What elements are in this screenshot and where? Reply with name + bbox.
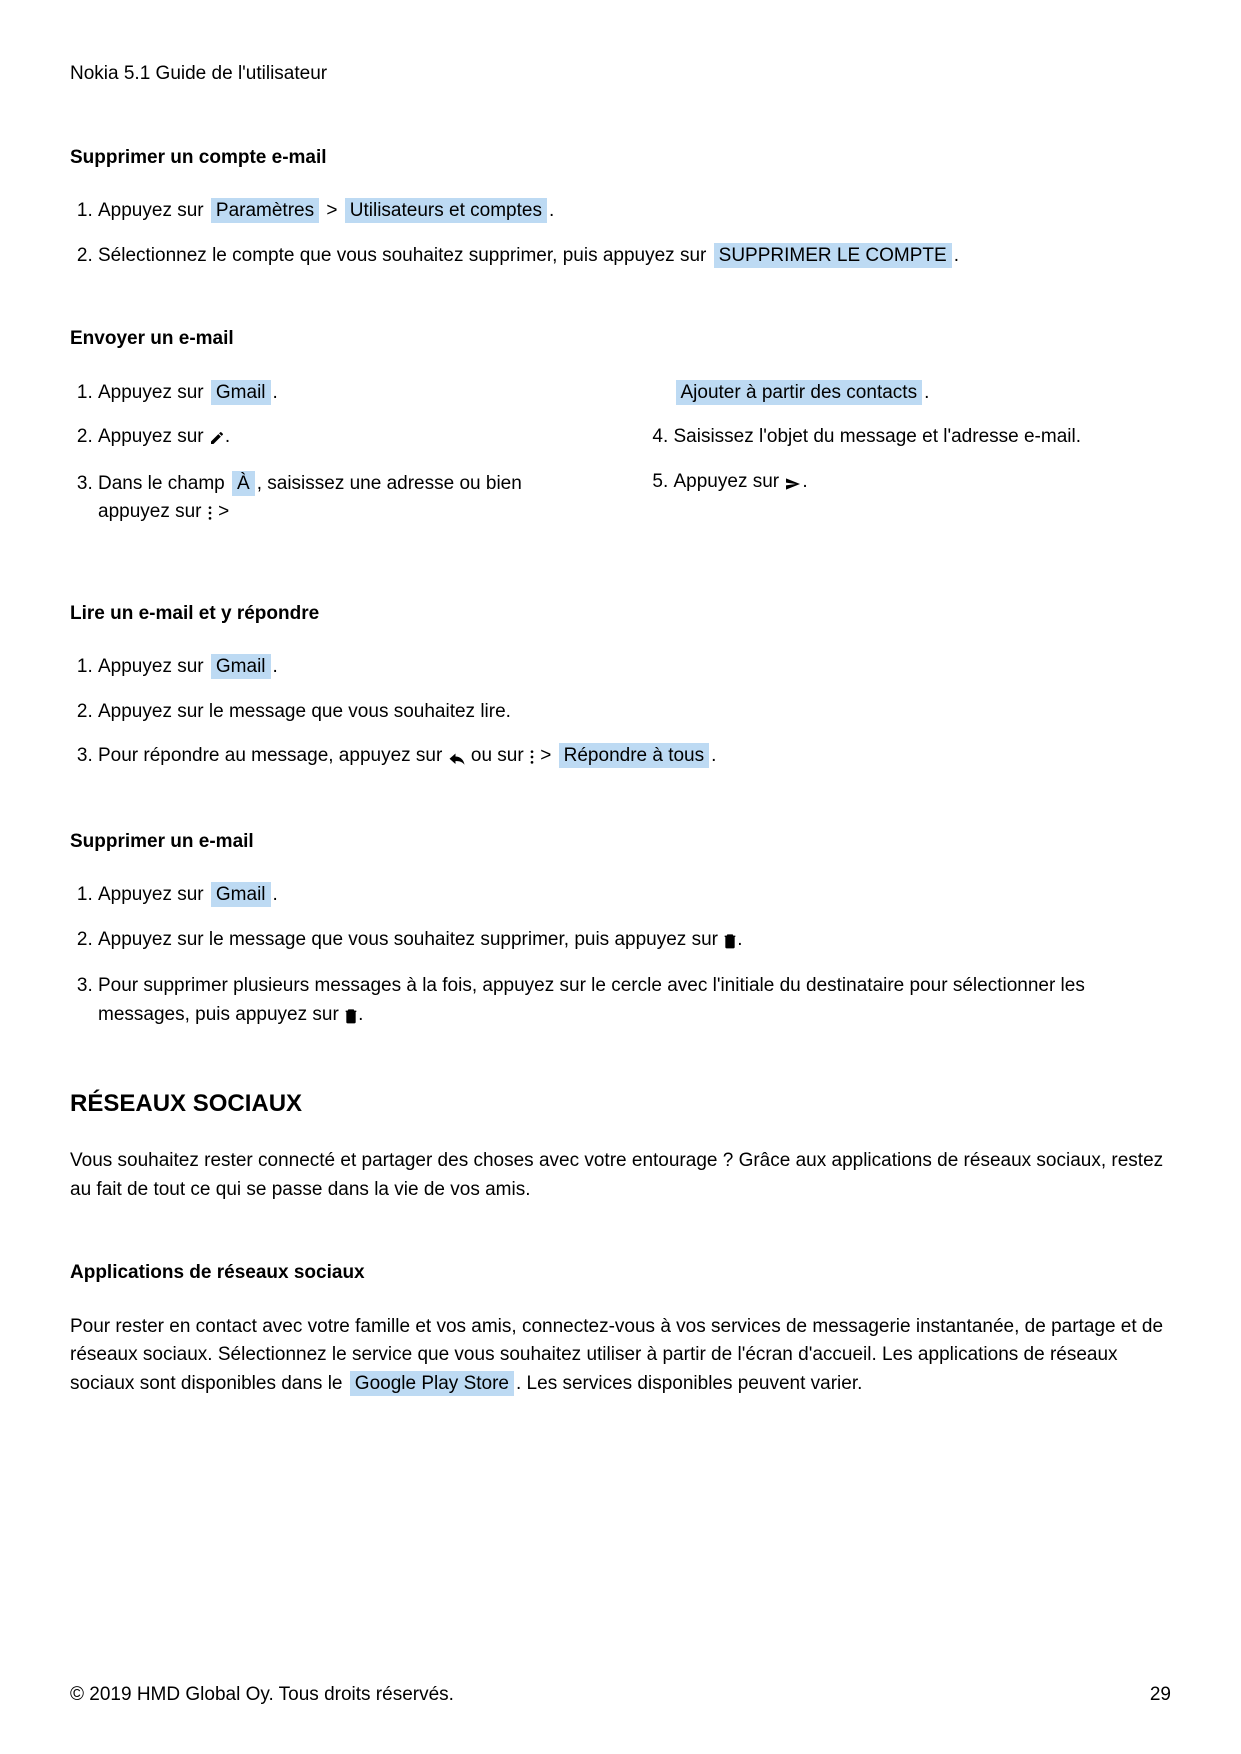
steps-send-email-right: Saisissez l'objet du message et l'adress… bbox=[646, 423, 1172, 498]
ui-label-play-store: Google Play Store bbox=[350, 1371, 514, 1396]
text: . bbox=[924, 382, 929, 403]
text: > bbox=[321, 200, 343, 221]
text: Appuyez sur bbox=[98, 382, 209, 403]
social-intro: Vous souhaitez rester connecté et partag… bbox=[70, 1147, 1171, 1204]
section-heading-social: RÉSEAUX SOCIAUX bbox=[70, 1086, 1171, 1122]
ui-label-reply-all: Répondre à tous bbox=[559, 743, 710, 768]
list-item: Appuyez sur Gmail. bbox=[98, 881, 1171, 910]
text: Appuyez sur bbox=[98, 884, 209, 905]
text: > bbox=[213, 501, 229, 522]
list-item: Appuyez sur Gmail. bbox=[98, 653, 1171, 682]
text: . bbox=[273, 656, 278, 677]
ui-label-users-accounts: Utilisateurs et comptes bbox=[345, 198, 547, 223]
ui-label-to-field: À bbox=[232, 471, 255, 496]
social-body: Pour rester en contact avec votre famill… bbox=[70, 1313, 1171, 1399]
text: . bbox=[273, 382, 278, 403]
steps-read-reply: Appuyez sur Gmail. Appuyez sur le messag… bbox=[70, 653, 1171, 773]
text: . bbox=[358, 1004, 363, 1025]
section-heading-delete-email: Supprimer un e-mail bbox=[70, 828, 1171, 857]
steps-delete-account: Appuyez sur Paramètres > Utilisateurs et… bbox=[70, 197, 1171, 270]
page-header: Nokia 5.1 Guide de l'utilisateur bbox=[70, 60, 1171, 89]
text: Appuyez sur le message que vous souhaite… bbox=[98, 929, 723, 950]
copyright: © 2019 HMD Global Oy. Tous droits réserv… bbox=[70, 1681, 454, 1710]
text: Sélectionnez le compte que vous souhaite… bbox=[98, 245, 712, 266]
text: Dans le champ bbox=[98, 473, 230, 494]
send-icon bbox=[784, 470, 802, 499]
text: . bbox=[225, 426, 230, 447]
steps-delete-email: Appuyez sur Gmail. Appuyez sur le messag… bbox=[70, 881, 1171, 1031]
text: . bbox=[549, 200, 554, 221]
list-item: Appuyez sur le message que vous souhaite… bbox=[98, 698, 1171, 727]
text: Appuyez sur bbox=[98, 200, 209, 221]
list-item: Appuyez sur . bbox=[98, 423, 596, 454]
text: Pour répondre au message, appuyez sur bbox=[98, 745, 448, 766]
ui-label-gmail: Gmail bbox=[211, 654, 271, 679]
page-number: 29 bbox=[1150, 1681, 1171, 1710]
footer: © 2019 HMD Global Oy. Tous droits réserv… bbox=[70, 1681, 1171, 1710]
delete-icon bbox=[723, 928, 737, 957]
list-item: Pour répondre au message, appuyez sur ou… bbox=[98, 742, 1171, 773]
ui-label-settings: Paramètres bbox=[211, 198, 319, 223]
list-item: Saisissez l'objet du message et l'adress… bbox=[674, 423, 1172, 452]
text: Pour supprimer plusieurs messages à la f… bbox=[98, 975, 1085, 1025]
ui-label-add-from-contacts: Ajouter à partir des contacts bbox=[676, 380, 923, 405]
compose-icon bbox=[209, 425, 225, 454]
text: ou sur bbox=[466, 745, 529, 766]
ui-label-remove-account: SUPPRIMER LE COMPTE bbox=[714, 243, 952, 268]
text: > bbox=[535, 745, 557, 766]
ui-label-gmail: Gmail bbox=[211, 882, 271, 907]
section-heading-read-reply: Lire un e-mail et y répondre bbox=[70, 600, 1171, 629]
list-item: Appuyez sur . bbox=[674, 468, 1172, 499]
list-item: Pour supprimer plusieurs messages à la f… bbox=[98, 972, 1171, 1031]
list-item: Appuyez sur Gmail. bbox=[98, 379, 596, 408]
text: . bbox=[802, 471, 807, 492]
section-subheading-social-apps: Applications de réseaux sociaux bbox=[70, 1259, 1171, 1288]
ui-label-gmail: Gmail bbox=[211, 380, 271, 405]
reply-icon bbox=[448, 744, 466, 773]
section-heading-delete-account: Supprimer un compte e-mail bbox=[70, 144, 1171, 173]
list-item: Sélectionnez le compte que vous souhaite… bbox=[98, 242, 1171, 271]
text: . bbox=[273, 884, 278, 905]
list-item: Appuyez sur le message que vous souhaite… bbox=[98, 926, 1171, 957]
text: . bbox=[737, 929, 742, 950]
text: Appuyez sur bbox=[98, 656, 209, 677]
list-item: Dans le champ À, saisissez une adresse o… bbox=[98, 470, 596, 529]
delete-icon bbox=[344, 1003, 358, 1032]
steps-send-email-left: Appuyez sur Gmail. Appuyez sur . Dans le… bbox=[70, 379, 596, 529]
text: . Les services disponibles peuvent varie… bbox=[516, 1373, 862, 1394]
text: . bbox=[954, 245, 959, 266]
text: . bbox=[711, 745, 716, 766]
text: Appuyez sur bbox=[674, 471, 785, 492]
text: Appuyez sur bbox=[98, 426, 209, 447]
list-item: Appuyez sur Paramètres > Utilisateurs et… bbox=[98, 197, 1171, 226]
section-heading-send-email: Envoyer un e-mail bbox=[70, 325, 1171, 354]
